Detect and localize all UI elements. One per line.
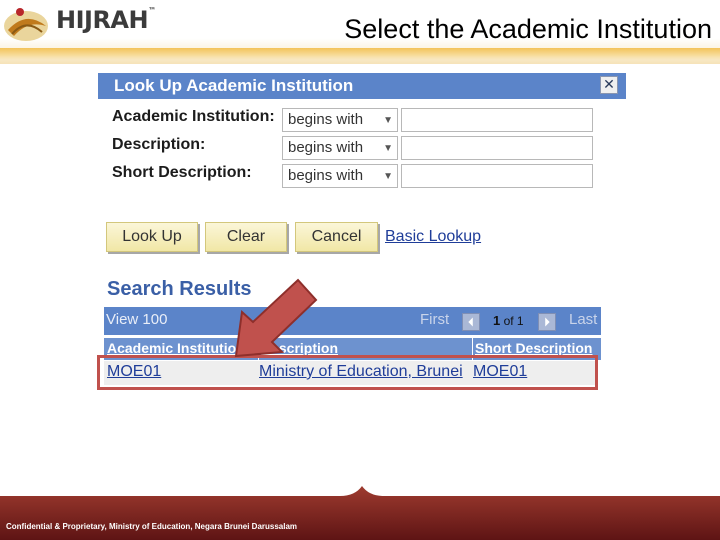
column-header-short-description[interactable]: Short Description xyxy=(475,340,599,356)
logo-emblem-icon xyxy=(4,8,48,41)
academic-institution-input[interactable] xyxy=(401,108,593,132)
lookup-panel-titlebar: Look Up Academic Institution ✕ xyxy=(98,73,626,99)
short-description-label: Short Description: xyxy=(112,164,252,181)
next-page-icon[interactable] xyxy=(538,313,556,331)
close-icon[interactable]: ✕ xyxy=(600,76,618,94)
last-page-label: Last xyxy=(569,311,598,328)
description-label: Description: xyxy=(112,136,206,153)
slide-title: Select the Academic Institution xyxy=(344,14,712,44)
description-input[interactable] xyxy=(401,136,593,160)
description-operator-select[interactable]: begins with ▼ xyxy=(282,136,398,160)
academic-institution-label: Academic Institution: xyxy=(112,108,275,125)
results-navigation-bar: View 100 First 1 of 1 Last xyxy=(104,307,601,335)
short-description-operator-select[interactable]: begins with ▼ xyxy=(282,164,398,188)
header-rule xyxy=(0,48,720,60)
arrow-pointer-icon xyxy=(234,278,318,358)
short-description-input[interactable] xyxy=(401,164,593,188)
logo-text: HIJRAH™ xyxy=(56,6,156,34)
lookup-panel-title: Look Up Academic Institution xyxy=(114,76,354,95)
academic-institution-operator-select[interactable]: begins with ▼ xyxy=(282,108,398,132)
footer-band xyxy=(0,486,720,540)
look-up-button[interactable]: Look Up xyxy=(106,222,198,252)
first-page-label: First xyxy=(420,311,450,328)
chevron-down-icon: ▼ xyxy=(383,171,393,182)
cancel-button[interactable]: Cancel xyxy=(295,222,378,252)
view-all-link[interactable]: View 100 xyxy=(106,311,167,328)
footer-text: Confidential & Proprietary, Ministry of … xyxy=(6,522,298,531)
previous-page-icon[interactable] xyxy=(462,313,480,331)
page-count: 1 of 1 xyxy=(493,313,524,328)
hijrah-logo: HIJRAH™ xyxy=(2,2,156,46)
row-highlight-box xyxy=(97,355,598,390)
basic-lookup-link[interactable]: Basic Lookup xyxy=(385,228,481,246)
chevron-down-icon: ▼ xyxy=(383,115,393,126)
chevron-down-icon: ▼ xyxy=(383,143,393,154)
clear-button[interactable]: Clear xyxy=(205,222,287,252)
